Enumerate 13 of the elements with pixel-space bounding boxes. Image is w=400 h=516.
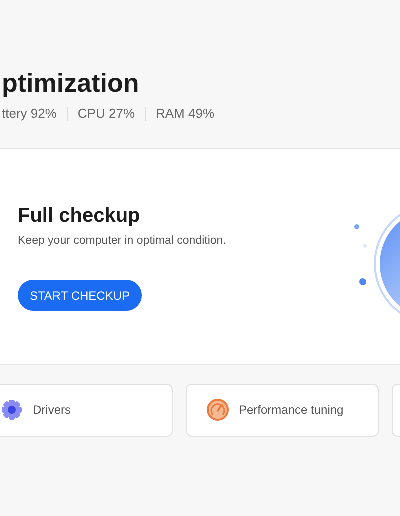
- tool-card[interactable]: Performance tuning: [186, 384, 379, 436]
- card-title: Full checkup: [18, 204, 142, 229]
- system-stat: CPU 27%: [78, 105, 135, 123]
- tool-label: Performance tuning: [239, 402, 344, 419]
- gear-icon: [1, 399, 23, 421]
- page-title: ptimization: [2, 67, 140, 100]
- start-checkup-button[interactable]: START CHECKUP: [18, 280, 142, 312]
- system-stat: RAM 49%: [156, 105, 215, 123]
- card-description: Keep your computer in optimal condition.: [18, 234, 226, 249]
- tool-card[interactable]: Drivers: [0, 384, 173, 436]
- tool-label: Drivers: [33, 402, 71, 419]
- system-stat: ttery 92%: [2, 105, 57, 123]
- gauge-icon: [207, 399, 229, 421]
